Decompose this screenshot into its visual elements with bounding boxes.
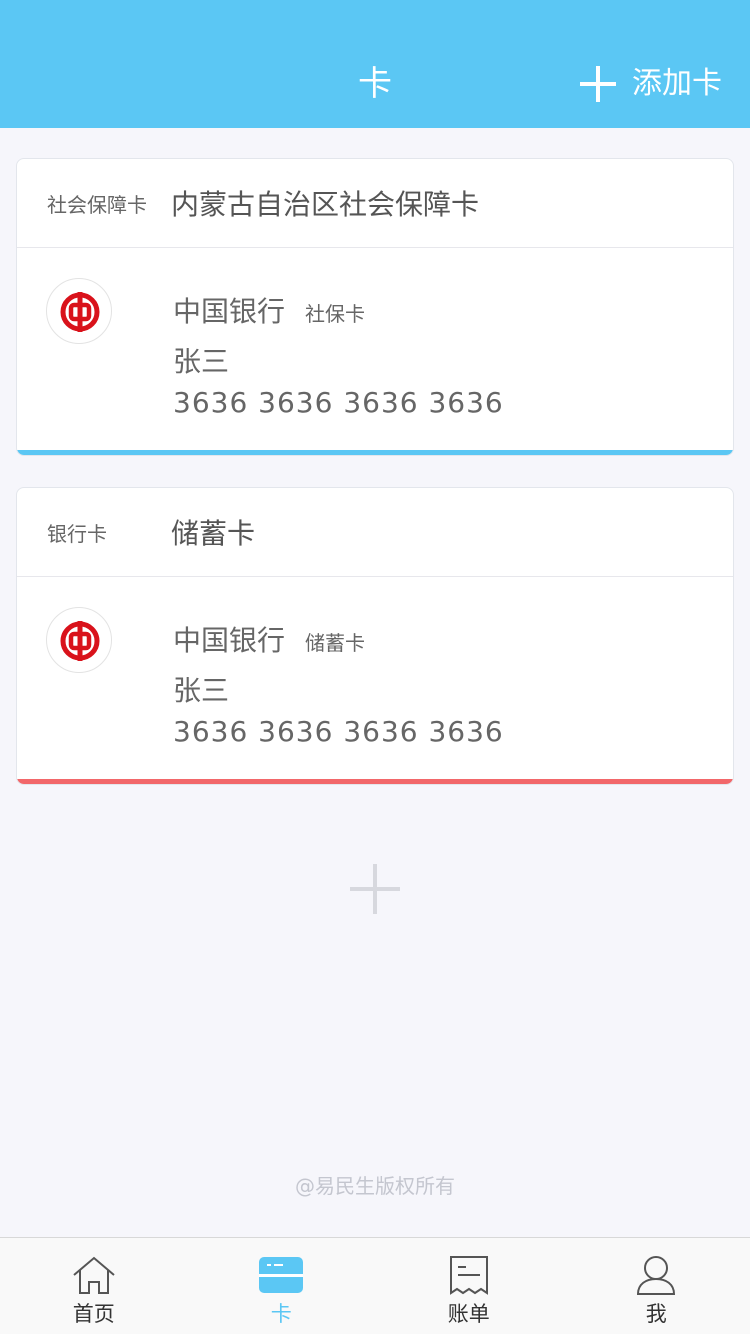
card-page: 卡 添加卡 社会保障卡 内蒙古自治区社会保障卡 中国银行 社保卡 张三 3636… xyxy=(0,0,750,1334)
card-holder: 张三 xyxy=(173,345,230,378)
plus-icon xyxy=(580,66,616,102)
tab-card[interactable]: 卡 xyxy=(188,1238,376,1334)
tab-home-label: 首页 xyxy=(72,1302,115,1326)
bank-name-row: 中国银行 储蓄卡 xyxy=(173,619,365,659)
card-sub-type: 社保卡 xyxy=(305,302,366,326)
card-type-label: 社会保障卡 xyxy=(47,192,147,217)
tab-me-label: 我 xyxy=(645,1302,667,1326)
card-number: 3636 3636 3636 3636 xyxy=(173,715,504,748)
card-icon xyxy=(259,1257,304,1293)
card-number: 3636 3636 3636 3636 xyxy=(173,386,504,419)
card-type-label: 银行卡 xyxy=(47,521,107,546)
social-security-card[interactable]: 社会保障卡 内蒙古自治区社会保障卡 中国银行 社保卡 张三 3636 3636 … xyxy=(16,158,734,456)
card-name: 内蒙古自治区社会保障卡 xyxy=(171,188,480,221)
bank-of-china-logo-icon xyxy=(46,278,112,344)
bank-name-row: 中国银行 社保卡 xyxy=(173,290,365,330)
bank-debit-card[interactable]: 银行卡 储蓄卡 中国银行 储蓄卡 张三 3636 3636 3636 3636 xyxy=(16,487,734,785)
card-name: 储蓄卡 xyxy=(171,517,256,550)
bill-icon xyxy=(449,1256,488,1295)
card-accent-bar xyxy=(17,450,733,455)
bank-name: 中国银行 xyxy=(173,295,286,328)
card-header: 银行卡 储蓄卡 xyxy=(17,488,733,577)
card-body: 中国银行 社保卡 张三 3636 3636 3636 3636 xyxy=(17,248,733,448)
add-card-label: 添加卡 xyxy=(632,66,722,101)
bottom-tab-bar: 首页 卡 账单 我 xyxy=(0,1237,750,1334)
card-sub-type: 储蓄卡 xyxy=(305,631,366,655)
add-card-plus-icon[interactable] xyxy=(350,864,400,914)
bank-name: 中国银行 xyxy=(173,624,286,657)
tab-bill-label: 账单 xyxy=(447,1302,490,1326)
tab-me[interactable]: 我 xyxy=(563,1238,750,1334)
tab-card-label: 卡 xyxy=(270,1302,292,1326)
user-icon xyxy=(637,1256,676,1295)
card-accent-bar xyxy=(17,779,733,784)
copyright-text: @易民生版权所有 xyxy=(295,1174,455,1198)
card-body: 中国银行 储蓄卡 张三 3636 3636 3636 3636 xyxy=(17,577,733,777)
tab-home[interactable]: 首页 xyxy=(0,1238,188,1334)
home-icon xyxy=(73,1256,115,1294)
card-header: 社会保障卡 内蒙古自治区社会保障卡 xyxy=(17,159,733,248)
tab-bill[interactable]: 账单 xyxy=(375,1238,563,1334)
card-holder: 张三 xyxy=(173,674,230,707)
bank-of-china-logo-icon xyxy=(46,607,112,673)
top-header: 卡 添加卡 xyxy=(0,0,750,128)
add-card-button[interactable]: 添加卡 xyxy=(580,62,722,106)
